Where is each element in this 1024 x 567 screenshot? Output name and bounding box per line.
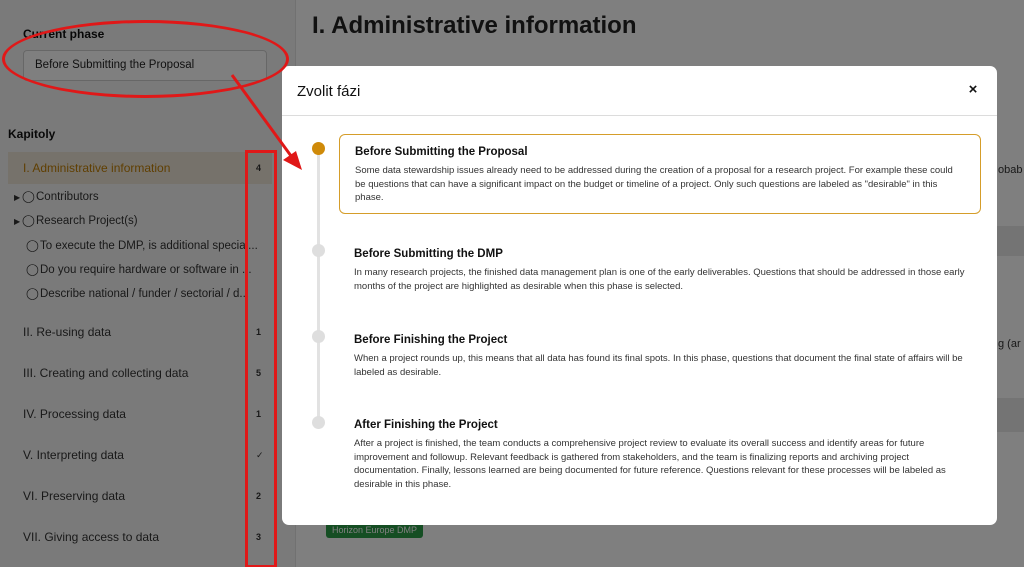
- annotation-arrow: [230, 74, 302, 170]
